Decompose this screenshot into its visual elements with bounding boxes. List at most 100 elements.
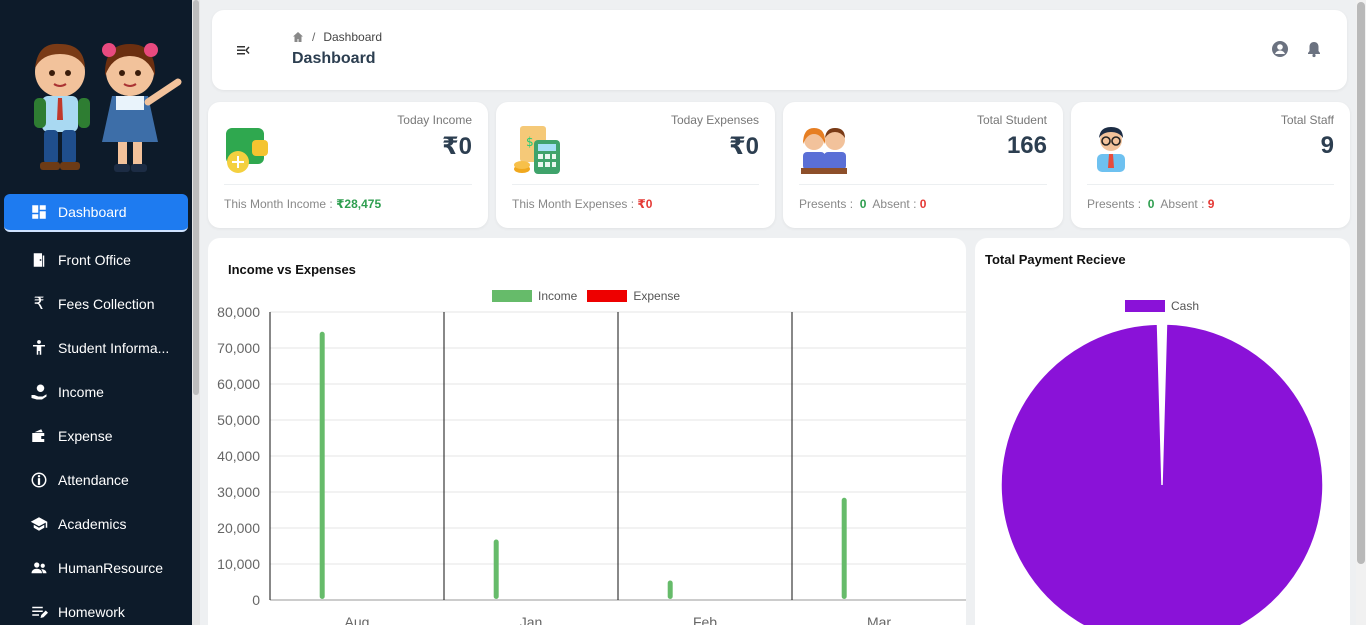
breadcrumb-current: Dashboard — [323, 30, 383, 44]
x-tick-label: Feb — [693, 614, 717, 625]
absent-count: 0 — [919, 197, 927, 211]
user-account-icon[interactable] — [1271, 40, 1289, 58]
person-icon — [28, 337, 50, 359]
card-label: Today Expenses — [670, 113, 759, 127]
sidebar-item-expense[interactable]: Expense — [0, 414, 192, 458]
x-tick-label: Aug — [345, 614, 370, 625]
sidebar-item-label: Academics — [58, 516, 127, 532]
month-expenses-label: This Month Expenses : — [512, 197, 635, 211]
card-value: ₹0 — [728, 133, 759, 160]
sidebar-item-homework[interactable]: Homework — [0, 590, 192, 625]
sidebar-item-human-resource[interactable]: HumanResource — [0, 546, 192, 590]
sidebar-item-label: Attendance — [58, 472, 129, 488]
card-label: Total Student — [976, 113, 1047, 127]
money-wallet-icon — [226, 128, 268, 173]
students-icon — [801, 128, 847, 174]
presents-label: Presents : — [1087, 197, 1142, 211]
presents-label: Presents : — [799, 197, 854, 211]
absent-label: Absent : — [872, 197, 917, 211]
home-icon[interactable] — [292, 31, 304, 43]
sidebar-item-academics[interactable]: Academics — [0, 502, 192, 546]
sidebar-item-label: Income — [58, 384, 104, 400]
income-bar[interactable] — [493, 539, 499, 599]
card-divider — [512, 184, 759, 185]
y-tick-label: 0 — [252, 592, 260, 608]
x-tick-label: Mar — [867, 614, 891, 625]
card-value: 166 — [1006, 132, 1047, 159]
card-divider — [1087, 184, 1334, 185]
income-bar[interactable] — [319, 331, 325, 599]
card-value: 9 — [1320, 132, 1334, 159]
school-kids-logo — [8, 10, 188, 185]
y-tick-label: 70,000 — [217, 340, 260, 356]
card-value: ₹0 — [441, 133, 472, 160]
payment-pie-chart — [1000, 323, 1324, 625]
sidebar-item-fees-collection[interactable]: ₹ Fees Collection — [0, 282, 192, 326]
y-tick-label: 30,000 — [217, 484, 260, 500]
month-income-label: This Month Income : — [224, 197, 333, 211]
payment-receive-panel: Total Payment Recieve Cash — [975, 238, 1350, 625]
card-divider — [799, 184, 1047, 185]
dashboard-icon — [28, 201, 50, 223]
card-label: Today Income — [397, 113, 472, 127]
total-student-card[interactable]: Total Student 166 Presents : 0 Absent : … — [783, 102, 1063, 228]
notification-bell-icon[interactable] — [1305, 40, 1323, 58]
y-tick-label: 40,000 — [217, 448, 260, 464]
x-tick-label: Jan — [520, 614, 543, 625]
card-footer: Presents : 0 Absent : 0 — [799, 197, 926, 211]
sidebar: Dashboard Front Office ₹ Fees Collection… — [0, 0, 200, 625]
graduation-cap-icon — [28, 513, 50, 535]
sidebar-item-label: Student Informa... — [58, 340, 170, 356]
income-bar[interactable] — [841, 497, 847, 599]
sidebar-item-label: Expense — [58, 428, 113, 444]
sidebar-item-student-information[interactable]: Student Informa... — [0, 326, 192, 370]
y-tick-label: 10,000 — [217, 556, 260, 572]
page-scroll-thumb[interactable] — [1357, 2, 1365, 564]
sidebar-item-label: Dashboard — [58, 204, 127, 220]
y-tick-label: 80,000 — [217, 304, 260, 320]
menu-collapse-icon[interactable] — [234, 42, 252, 58]
card-label: Total Staff — [1280, 113, 1334, 127]
income-bar[interactable] — [667, 580, 673, 599]
card-footer: This Month Expenses : ₹0 — [512, 197, 652, 211]
sidebar-item-attendance[interactable]: Attendance — [0, 458, 192, 502]
top-header: / Dashboard Dashboard — [212, 10, 1347, 90]
page-title: Dashboard — [292, 50, 376, 67]
breadcrumb: / Dashboard — [292, 30, 382, 44]
y-tick-label: 60,000 — [217, 376, 260, 392]
income-expenses-bar-chart: 80,000 70,000 60,000 50,000 40,000 30,000 20,0… — [217, 304, 966, 625]
sidebar-item-label: Front Office — [58, 252, 131, 268]
wallet-icon — [28, 425, 50, 447]
total-staff-card[interactable]: Total Staff 9 Presents : 0 Absent : 9 — [1071, 102, 1350, 228]
sidebar-item-front-office[interactable]: Front Office — [0, 238, 192, 282]
month-income-value: ₹28,475 — [336, 197, 382, 211]
presents-count: 0 — [859, 197, 867, 211]
svg-text:$: $ — [526, 135, 534, 149]
pie-slice-cash[interactable] — [1000, 323, 1324, 625]
rupee-icon: ₹ — [33, 294, 45, 313]
sidebar-menu: Dashboard Front Office ₹ Fees Collection… — [0, 192, 192, 625]
homework-icon — [28, 601, 50, 623]
today-expenses-card[interactable]: $ Today Expenses ₹0 This Month Expenses … — [496, 102, 775, 228]
sidebar-scroll-thumb[interactable] — [193, 0, 199, 395]
calculator-bill-icon: $ — [514, 126, 560, 174]
door-icon — [28, 249, 50, 271]
month-expenses-value: ₹0 — [637, 197, 653, 211]
group-icon — [28, 557, 50, 579]
today-income-card[interactable]: Today Income ₹0 This Month Income : ₹28,… — [208, 102, 488, 228]
sidebar-item-dashboard[interactable]: Dashboard — [4, 194, 188, 232]
absent-count: 9 — [1207, 197, 1215, 211]
sidebar-item-label: Fees Collection — [58, 296, 155, 312]
card-footer: This Month Income : ₹28,475 — [224, 197, 381, 211]
staff-icon — [1097, 127, 1125, 172]
card-divider — [224, 184, 472, 185]
y-tick-label: 20,000 — [217, 520, 260, 536]
income-expenses-panel: Income vs Expenses Income Expense 80,000… — [208, 238, 966, 625]
sidebar-item-label: HumanResource — [58, 560, 164, 576]
presents-count: 0 — [1147, 197, 1155, 211]
sidebar-item-income[interactable]: Income — [0, 370, 192, 414]
y-tick-label: 50,000 — [217, 412, 260, 428]
card-footer: Presents : 0 Absent : 9 — [1087, 197, 1214, 211]
hand-money-icon — [28, 381, 50, 403]
breadcrumb-separator: / — [312, 30, 316, 44]
